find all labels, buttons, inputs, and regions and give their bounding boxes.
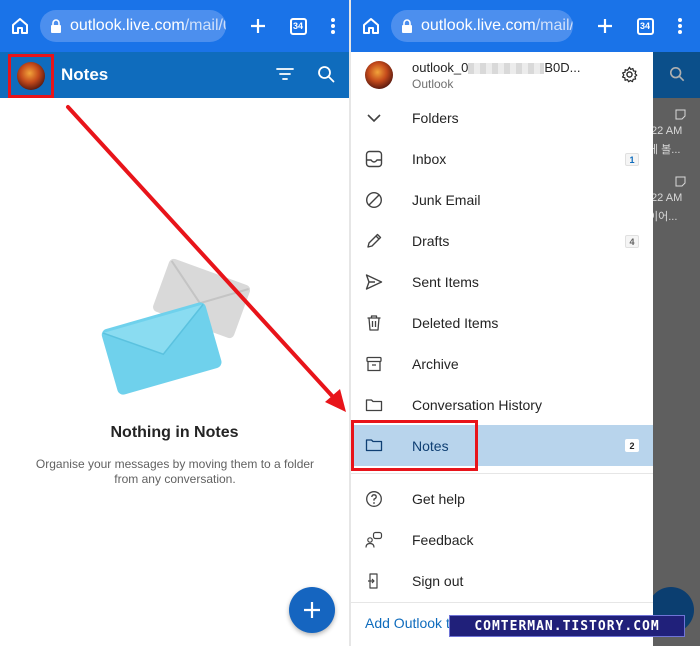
folder-label: Junk Email	[412, 192, 481, 208]
home-icon	[363, 18, 379, 34]
footer-label: Get help	[412, 491, 465, 507]
footer-label: Feedback	[412, 532, 474, 548]
folder-junk-email[interactable]: Junk Email	[351, 180, 653, 220]
folder-label: Drafts	[412, 233, 450, 249]
divider	[351, 473, 653, 474]
avatar	[365, 61, 393, 89]
help-icon	[365, 490, 383, 508]
plus-icon	[304, 602, 320, 618]
footer-label: Sign out	[412, 573, 464, 589]
archive-icon	[365, 355, 383, 373]
browser-menu-button[interactable]	[665, 18, 695, 34]
screenshot-root: outlook.live.com/mail/0 34 Notes	[0, 0, 700, 646]
url-host: outlook.live.com	[421, 17, 536, 34]
browser-toolbar: outlook.live.com/mail/0 34	[351, 0, 700, 52]
plus-icon	[598, 19, 612, 33]
compose-button[interactable]	[289, 587, 335, 633]
app-header: Notes	[0, 52, 349, 98]
folders-toggle[interactable]: Folders	[351, 98, 653, 138]
left-pane: outlook.live.com/mail/0 34 Notes	[0, 0, 349, 646]
folder-label: Deleted Items	[412, 315, 499, 331]
divider	[351, 602, 653, 603]
empty-state-subtitle: Organise your messages by moving them to…	[35, 457, 315, 486]
folder-label: Conversation History	[412, 397, 542, 413]
tab-count: 34	[636, 17, 654, 35]
navigation-drawer: outlook_0 B0D... Outlook Folders Inbox 1…	[351, 52, 685, 646]
tab-switcher-button[interactable]: 34	[278, 17, 318, 35]
folder-label: Sent Items	[412, 274, 479, 290]
watermark: COMTERMAN.TISTORY.COM	[449, 615, 685, 637]
send-icon	[365, 273, 383, 291]
url-path: /mail/0	[184, 17, 226, 34]
more-vertical-icon	[331, 18, 335, 34]
folders-header: Folders	[412, 110, 459, 126]
folder-drafts[interactable]: Drafts 4	[351, 221, 653, 261]
account-provider: Outlook	[412, 77, 454, 91]
feedback-link[interactable]: Feedback	[351, 520, 653, 560]
feedback-icon	[365, 531, 383, 549]
account-header[interactable]: outlook_0 B0D... Outlook	[351, 52, 653, 98]
address-bar[interactable]: outlook.live.com/mail/0	[391, 10, 573, 42]
gear-icon	[621, 66, 638, 83]
home-button[interactable]	[0, 16, 40, 36]
note-icon	[675, 176, 686, 187]
item-count-badge: 2	[625, 439, 639, 452]
empty-envelopes-illustration	[101, 258, 250, 395]
settings-button[interactable]	[621, 66, 638, 88]
chevron-down-icon	[365, 109, 383, 127]
folder-conversation-history[interactable]: Conversation History	[351, 385, 653, 425]
home-button[interactable]	[351, 16, 391, 36]
home-icon	[12, 18, 28, 34]
empty-state-title: Nothing in Notes	[110, 424, 239, 441]
filter-icon	[276, 68, 294, 80]
sign-out-link[interactable]: Sign out	[351, 561, 653, 601]
folder-archive[interactable]: Archive	[351, 344, 653, 384]
trash-icon	[365, 314, 383, 332]
folder-icon	[365, 396, 383, 414]
lock-icon	[50, 19, 62, 33]
folder-deleted-items[interactable]: Deleted Items	[351, 303, 653, 343]
page-title: Notes	[61, 65, 109, 84]
avatar[interactable]	[17, 62, 45, 90]
search-button[interactable]	[317, 65, 335, 88]
search-icon	[669, 66, 685, 82]
url-path: /mail/0	[535, 17, 573, 34]
url-host: outlook.live.com	[70, 17, 185, 34]
plus-icon	[251, 19, 265, 33]
account-email-suffix: B0D...	[544, 60, 581, 75]
unread-count-badge: 1	[625, 152, 639, 166]
tab-count: 34	[289, 17, 307, 35]
folder-label: Archive	[412, 356, 459, 372]
account-email-prefix: outlook_0	[412, 60, 469, 75]
get-help-link[interactable]: Get help	[351, 479, 653, 519]
pencil-icon	[365, 232, 383, 250]
redacted-block	[468, 63, 545, 75]
folder-inbox[interactable]: Inbox 1	[351, 139, 653, 179]
add-outlook-link[interactable]: Add Outlook to	[365, 615, 458, 631]
more-vertical-icon	[678, 18, 682, 34]
junk-icon	[365, 191, 383, 209]
sign-out-icon	[365, 572, 383, 590]
browser-menu-button[interactable]	[318, 18, 348, 34]
account-email: outlook_0 B0D...	[412, 60, 581, 75]
tab-switcher-button[interactable]: 34	[625, 17, 665, 35]
browser-toolbar: outlook.live.com/mail/0 34	[0, 0, 349, 52]
notes-highlight-box	[351, 420, 478, 471]
inbox-icon	[365, 150, 383, 168]
note-icon	[675, 109, 686, 120]
new-tab-button[interactable]	[238, 18, 278, 34]
folder-sent-items[interactable]: Sent Items	[351, 262, 653, 302]
folder-label: Inbox	[412, 151, 447, 167]
message-time: :22 AM	[648, 125, 683, 137]
item-count-badge: 4	[625, 234, 639, 248]
search-icon	[318, 66, 335, 83]
lock-icon	[401, 19, 413, 33]
message-time: :22 AM	[648, 192, 683, 204]
filter-button[interactable]	[276, 66, 294, 87]
address-bar[interactable]: outlook.live.com/mail/0	[40, 10, 226, 42]
avatar-highlight[interactable]	[8, 54, 54, 98]
right-pane: outlook.live.com/mail/0 34 :22 AM 에 볼...…	[351, 0, 700, 646]
new-tab-button[interactable]	[585, 18, 625, 34]
